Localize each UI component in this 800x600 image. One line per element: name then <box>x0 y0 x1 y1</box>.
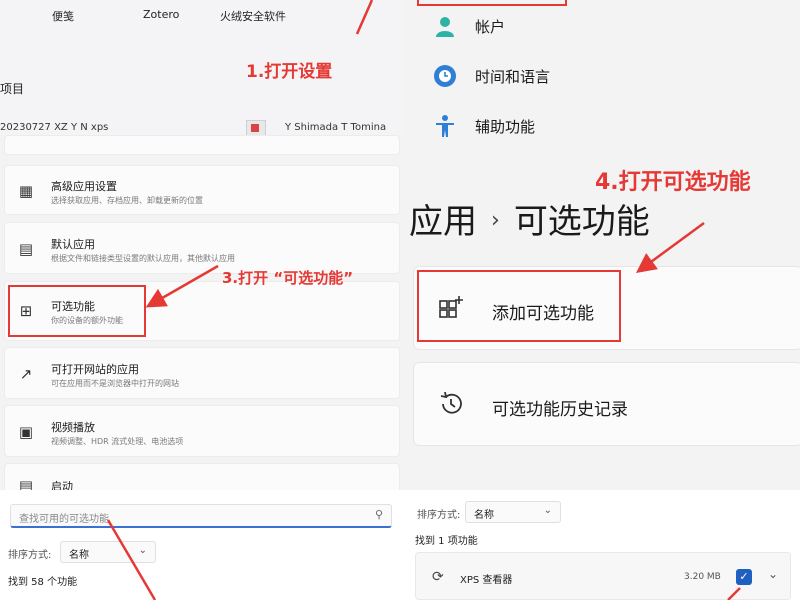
apps-settings-list: ▦ 高级应用设置 选择获取应用、存档应用、卸载更新的位置 ▤ 默认应用 根据文件… <box>0 135 405 490</box>
found-count: 找到 58 个功能 <box>8 577 78 588</box>
nav-item-time-language[interactable]: 时间和语言 <box>433 60 633 90</box>
annotation-step4: 4.打开可选功能 <box>595 170 751 195</box>
result-sort-dropdown[interactable]: 名称 ⌄ <box>465 501 561 523</box>
breadcrumb-current: 可选功能 <box>513 202 650 242</box>
settings-card-advanced-apps[interactable]: ▦ 高级应用设置 选择获取应用、存档应用、卸载更新的位置 <box>4 165 400 215</box>
card-desc: 根据文件和链接类型设置的默认应用，其他默认应用 <box>51 254 235 263</box>
highlight-box-optional-features <box>8 285 146 337</box>
sort-dropdown[interactable]: 名称 ⌄ <box>60 541 156 563</box>
result-found-count: 找到 1 项功能 <box>415 536 478 547</box>
search-input[interactable]: 查找可用的可选功能 ⚲ <box>10 504 392 528</box>
advanced-apps-icon: ▦ <box>18 182 34 200</box>
feature-size: 3.20 MB <box>684 572 721 582</box>
nav-label: 辅助功能 <box>475 118 536 136</box>
time-language-icon <box>434 65 456 87</box>
card-desc: 视频调整、HDR 流式处理、电池选项 <box>51 437 184 446</box>
start-menu-panel: 便笺 Zotero 火绒安全软件 1.打开设置 项目 20230727 XZ Y… <box>0 0 405 135</box>
settings-card-apps-for-websites[interactable]: ↗ 可打开网站的应用 可在应用而不是浏览器中打开的网站 <box>4 347 400 399</box>
sort-value: 名称 <box>69 550 89 561</box>
nav-label: 时间和语言 <box>475 68 551 86</box>
card-title: 高级应用设置 <box>51 180 117 193</box>
puzzle-icon: ⟳ <box>432 569 444 585</box>
breadcrumb-parent[interactable]: 应用 <box>409 202 477 242</box>
account-icon <box>436 17 454 37</box>
recommended-file-right[interactable]: Y Shimada T Tomina <box>285 122 386 133</box>
startup-icon: ▤ <box>18 477 34 490</box>
pdf-file-icon <box>246 120 266 135</box>
optional-features-page: 4.打开可选功能 应用 › 可选功能 添加可选功能 可选功能历史记录 <box>405 150 800 490</box>
history-icon <box>440 391 462 414</box>
result-sort-value: 名称 <box>474 510 494 521</box>
available-features-panel: 查找可用的可选功能 ⚲ 排序方式: 名称 ⌄ 找到 58 个功能 <box>0 490 405 600</box>
feature-result-panel: 排序方式: 名称 ⌄ 找到 1 项功能 ⟳ XPS 查看器 3.20 MB ✓ … <box>405 490 800 600</box>
nav-item-accessibility[interactable]: 辅助功能 <box>433 110 633 140</box>
card-desc: 选择获取应用、存档应用、卸载更新的位置 <box>51 196 203 205</box>
sort-label: 排序方式: <box>8 550 52 561</box>
pinned-app-zotero[interactable]: Zotero <box>143 8 179 21</box>
card-title: 视频播放 <box>51 421 95 434</box>
video-playback-icon: ▣ <box>18 423 34 441</box>
settings-card-partial[interactable] <box>4 135 400 155</box>
breadcrumb-separator: › <box>491 208 500 233</box>
annotation-step3: 3.打开 “可选功能” <box>222 269 354 287</box>
annotation-step1: 1.打开设置 <box>246 62 333 82</box>
recommended-file-left[interactable]: 20230727 XZ Y N xps <box>0 122 108 133</box>
card-title: 可打开网站的应用 <box>51 363 139 376</box>
chevron-down-icon[interactable]: ⌄ <box>768 567 778 581</box>
nav-item-account[interactable]: 帐户 <box>433 10 633 40</box>
feature-name: XPS 查看器 <box>460 575 513 586</box>
search-icon[interactable]: ⚲ <box>375 508 383 521</box>
card-title: 默认应用 <box>51 238 95 251</box>
settings-card-video-playback[interactable]: ▣ 视频播放 视频调整、HDR 流式处理、电池选项 <box>4 405 400 457</box>
feature-checkbox[interactable]: ✓ <box>736 569 752 585</box>
optional-features-history-button[interactable]: 可选功能历史记录 <box>413 362 800 446</box>
default-apps-icon: ▤ <box>18 240 34 258</box>
card-title: 启动 <box>51 480 73 490</box>
chevron-down-icon: ⌄ <box>138 545 147 556</box>
recommended-title: 项目 <box>0 82 25 96</box>
result-sort-label: 排序方式: <box>417 510 461 521</box>
history-label: 可选功能历史记录 <box>492 400 628 420</box>
card-desc: 可在应用而不是浏览器中打开的网站 <box>51 379 179 388</box>
apps-for-websites-icon: ↗ <box>19 365 33 383</box>
nav-label: 帐户 <box>475 18 506 36</box>
accessibility-icon <box>436 115 454 137</box>
chevron-down-icon: ⌄ <box>543 505 552 516</box>
pinned-app-huorong[interactable]: 火绒安全软件 <box>220 8 286 24</box>
highlight-box-add-feature <box>417 270 621 342</box>
pinned-app-notes[interactable]: 便笺 <box>52 8 74 24</box>
search-placeholder: 查找可用的可选功能 <box>19 514 109 525</box>
settings-nav-panel: 帐户 时间和语言 辅助功能 <box>405 0 800 150</box>
settings-card-startup[interactable]: ▤ 启动 <box>4 463 400 490</box>
highlight-box-partial <box>417 0 567 6</box>
breadcrumb: 应用 › 可选功能 <box>409 194 650 243</box>
feature-row-xps-viewer[interactable]: ⟳ XPS 查看器 3.20 MB ✓ ⌄ <box>415 552 791 600</box>
